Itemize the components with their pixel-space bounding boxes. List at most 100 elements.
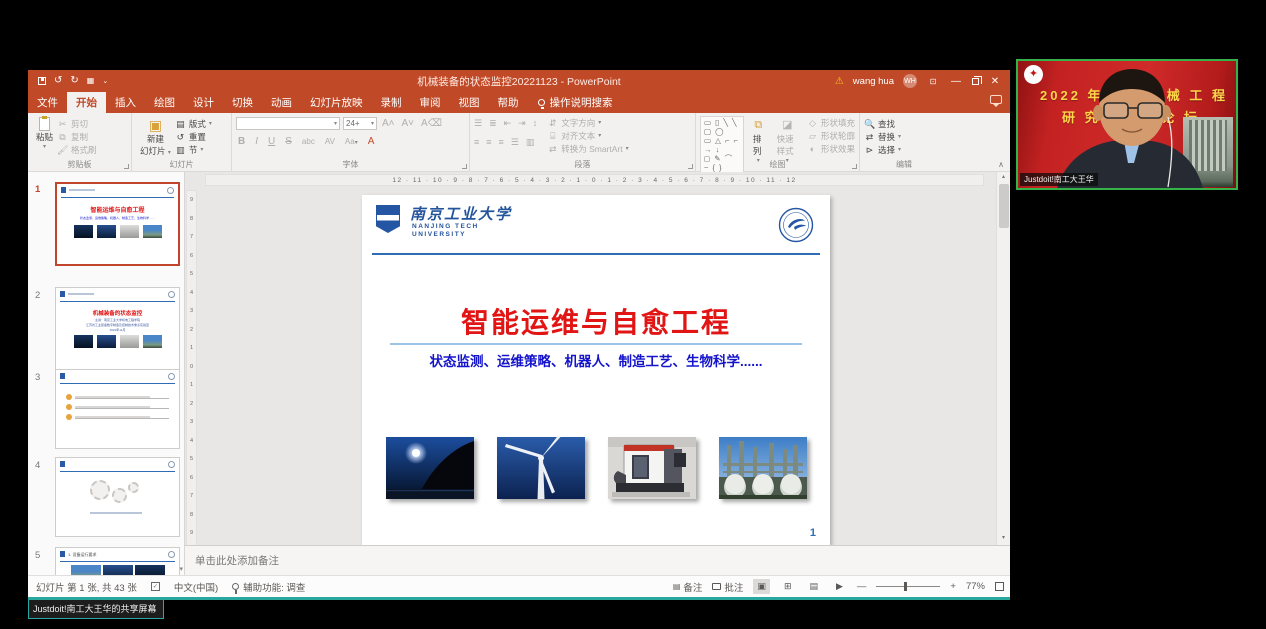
shape-outline-button[interactable]: ▱形状轮廓 bbox=[807, 130, 855, 143]
align-center-icon[interactable]: ≡ bbox=[486, 137, 491, 148]
slide-title[interactable]: 智能运维与自愈工程 bbox=[362, 301, 830, 341]
horizontal-ruler[interactable]: 12 · 11 · 10 · 9 · 8 · 7 · 6 · 5 · 4 · 3… bbox=[205, 174, 984, 186]
tab-animations[interactable]: 动画 bbox=[262, 92, 301, 113]
tell-me-search[interactable]: 操作说明搜索 bbox=[528, 92, 623, 113]
arrange-button[interactable]: ⧉ 排列 ▾ bbox=[749, 116, 768, 165]
drawing-dialog-launcher[interactable] bbox=[852, 164, 857, 169]
cnc-machine-image[interactable] bbox=[608, 437, 696, 499]
language-status[interactable]: 中文(中国) bbox=[174, 580, 218, 594]
find-button[interactable]: 🔍查找 bbox=[864, 118, 944, 131]
accessibility-status[interactable]: 辅助功能: 调查 bbox=[232, 580, 305, 594]
vertical-scrollbar[interactable]: ▴ ▾ bbox=[996, 172, 1010, 575]
undo-icon[interactable]: ↺ bbox=[54, 76, 62, 86]
normal-view-button[interactable]: ▣ bbox=[753, 579, 770, 594]
bold-button[interactable]: B bbox=[236, 136, 247, 147]
section-button[interactable]: ▥节▾ bbox=[175, 144, 212, 157]
scroll-down-icon[interactable]: ▾ bbox=[997, 534, 1010, 541]
tab-help[interactable]: 帮助 bbox=[489, 92, 528, 113]
italic-button[interactable]: I bbox=[253, 136, 260, 147]
bullets-icon[interactable]: ☰ bbox=[474, 118, 482, 129]
spellcheck-icon[interactable]: ✓ bbox=[151, 582, 160, 591]
comments-toggle[interactable]: 批注 bbox=[712, 580, 743, 594]
align-left-icon[interactable]: ≡ bbox=[474, 137, 479, 148]
zoom-out-button[interactable]: — bbox=[857, 581, 867, 592]
paragraph-dialog-launcher[interactable] bbox=[688, 164, 693, 169]
columns-icon[interactable]: ▥ bbox=[526, 137, 535, 148]
reading-view-button[interactable]: ▤ bbox=[805, 579, 822, 594]
slide-3-thumbnail[interactable] bbox=[55, 369, 180, 449]
text-direction-button[interactable]: ⇵文字方向▾ bbox=[547, 117, 628, 130]
collapse-ribbon-icon[interactable]: ∧ bbox=[998, 160, 1004, 169]
change-case-button[interactable]: Aa▾ bbox=[343, 137, 360, 146]
justify-icon[interactable]: ☰ bbox=[511, 137, 519, 148]
font-size-combo[interactable]: 24+▾ bbox=[343, 117, 377, 130]
cut-button[interactable]: ✂剪切 bbox=[57, 118, 97, 131]
new-slide-button[interactable]: ▣ 新建 幻灯片 ▾ bbox=[136, 116, 175, 158]
tab-insert[interactable]: 插入 bbox=[106, 92, 145, 113]
slide-canvas[interactable]: 南京工业大学 NANJING TECH UNIVERSITY 智能运维与自愈工程… bbox=[362, 195, 830, 545]
feedback-bubble-icon[interactable] bbox=[990, 95, 1002, 104]
notes-pane[interactable]: 单击此处添加备注 bbox=[185, 545, 1010, 575]
copy-button[interactable]: ⧉复制 bbox=[57, 131, 97, 144]
clear-format-icon[interactable]: A⌫ bbox=[419, 118, 444, 129]
tab-design[interactable]: 设计 bbox=[184, 92, 223, 113]
vertical-ruler[interactable]: 9 8 7 6 5 4 3 2 1 0 1 2 3 4 5 6 7 8 9 bbox=[186, 190, 197, 571]
shape-fill-button[interactable]: ◇形状填充 bbox=[807, 117, 855, 130]
slide-1-thumbnail[interactable]: 智能运维与自愈工程 状态监测、运维策略、机器人、制造工艺、生物科学…… bbox=[55, 182, 180, 266]
scrollbar-thumb[interactable] bbox=[999, 184, 1009, 228]
layout-button[interactable]: ▤版式▾ bbox=[175, 118, 212, 131]
minimize-button[interactable]: — bbox=[949, 76, 963, 87]
tab-record[interactable]: 录制 bbox=[372, 92, 411, 113]
replace-button[interactable]: ⇄替换▾ bbox=[864, 131, 944, 144]
account-name[interactable]: wang hua bbox=[853, 76, 894, 87]
font-dialog-launcher[interactable] bbox=[462, 164, 467, 169]
numbering-icon[interactable]: ≣ bbox=[489, 118, 497, 129]
paste-button[interactable]: 粘贴 ▾ bbox=[32, 116, 57, 157]
zoom-in-button[interactable]: + bbox=[950, 581, 956, 592]
font-color-button[interactable]: A bbox=[366, 136, 377, 147]
reset-button[interactable]: ↺重置 bbox=[175, 131, 212, 144]
align-right-icon[interactable]: ≡ bbox=[499, 137, 504, 148]
smartart-button[interactable]: ⇄转换为 SmartArt▾ bbox=[547, 143, 628, 156]
tab-transitions[interactable]: 切换 bbox=[223, 92, 262, 113]
line-spacing-icon[interactable]: ↕ bbox=[533, 118, 538, 129]
customize-qat-icon[interactable]: ⌄ bbox=[102, 78, 108, 85]
underline-button[interactable]: U bbox=[266, 136, 277, 147]
close-button[interactable]: ✕ bbox=[988, 76, 1002, 87]
thumbnail-scroll-down-icon[interactable]: ▾ bbox=[179, 565, 183, 573]
format-painter-button[interactable]: 🖌格式刷 bbox=[57, 144, 97, 157]
align-text-button[interactable]: ⌸对齐文本▾ bbox=[547, 130, 628, 143]
shadow-button[interactable]: abc bbox=[300, 137, 317, 146]
slide-subtitle[interactable]: 状态监测、运维策略、机器人、制造工艺、生物科学...... bbox=[362, 350, 830, 370]
char-spacing-button[interactable]: AV bbox=[323, 137, 337, 146]
slide-2-thumbnail[interactable]: 机械装备的状态监控 主讲：南京工业大学机电工程学院 江苏省工业装备数字制造及控制… bbox=[55, 287, 180, 371]
fit-to-window-icon[interactable] bbox=[995, 582, 1004, 591]
tab-review[interactable]: 审阅 bbox=[411, 92, 450, 113]
start-slideshow-icon[interactable]: ▦ bbox=[87, 77, 95, 85]
webcam-overlay[interactable]: ✦ 2022 年 第 械 工 程 研 究 论 坛 Justdoit!南工大王华 bbox=[1016, 59, 1238, 190]
strikethrough-button[interactable]: S bbox=[283, 136, 294, 147]
solar-dish-image[interactable] bbox=[386, 437, 474, 499]
slide-sorter-view-button[interactable]: ⊞ bbox=[780, 579, 796, 594]
slide-5-thumbnail[interactable]: 1. 设备运行要求 bbox=[55, 547, 180, 575]
tab-view[interactable]: 视图 bbox=[450, 92, 489, 113]
tab-file[interactable]: 文件 bbox=[28, 92, 67, 113]
wind-turbine-image[interactable] bbox=[497, 437, 585, 499]
redo-icon[interactable]: ↻ bbox=[70, 76, 78, 86]
font-name-combo[interactable]: ▾ bbox=[236, 117, 340, 130]
notes-toggle[interactable]: ▤备注 bbox=[673, 580, 703, 594]
shape-effects-button[interactable]: ◐形状效果 bbox=[807, 143, 855, 156]
decrease-indent-icon[interactable]: ⇤ bbox=[504, 118, 512, 129]
save-icon[interactable] bbox=[38, 77, 46, 85]
select-button[interactable]: ⊳选择▾ bbox=[864, 144, 944, 157]
tab-slideshow[interactable]: 幻灯片放映 bbox=[301, 92, 372, 113]
tab-home[interactable]: 开始 bbox=[67, 92, 106, 113]
notes-placeholder[interactable]: 单击此处添加备注 bbox=[195, 555, 279, 567]
ribbon-display-options-icon[interactable]: ⊡ bbox=[926, 77, 940, 86]
avatar[interactable]: WH bbox=[903, 74, 917, 88]
zoom-level[interactable]: 77% bbox=[966, 581, 985, 592]
slideshow-view-button[interactable]: ▶ bbox=[832, 579, 847, 594]
zoom-slider[interactable] bbox=[876, 586, 940, 587]
increase-indent-icon[interactable]: ⇥ bbox=[518, 118, 526, 129]
zoom-slider-thumb[interactable] bbox=[904, 582, 907, 591]
